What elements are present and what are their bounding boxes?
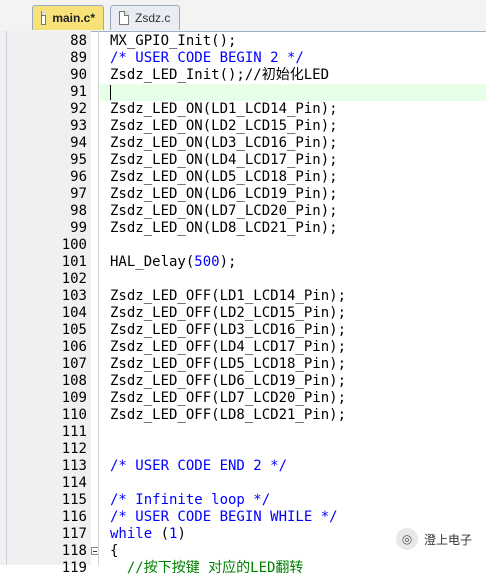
code-line: while (1) bbox=[110, 526, 186, 542]
line-number: 111 bbox=[61, 424, 87, 440]
code-line: Zsdz_LED_Init();//初始化LED bbox=[110, 67, 330, 83]
line-number: 88 bbox=[70, 33, 87, 49]
line-number: 113 bbox=[61, 458, 87, 474]
tab-label: Zsdz.c bbox=[135, 11, 171, 25]
code-line: Zsdz_LED_OFF(LD7_LCD20_Pin); bbox=[110, 390, 347, 406]
line-number: 116 bbox=[61, 509, 87, 525]
code-line: Zsdz_LED_OFF(LD4_LCD17_Pin); bbox=[110, 339, 347, 355]
wechat-icon: ◎ bbox=[396, 528, 418, 550]
code-line: Zsdz_LED_OFF(LD8_LCD21_Pin); bbox=[110, 407, 347, 423]
line-number: 112 bbox=[61, 441, 87, 457]
code-line: Zsdz_LED_ON(LD3_LCD16_Pin); bbox=[110, 135, 338, 151]
code-line: /* USER CODE BEGIN 2 */ bbox=[110, 50, 304, 66]
code-line: /* USER CODE BEGIN WHILE */ bbox=[110, 509, 338, 525]
code-line: MX_GPIO_Init(); bbox=[110, 33, 237, 49]
line-number: 93 bbox=[70, 118, 87, 134]
code-line: Zsdz_LED_ON(LD8_LCD21_Pin); bbox=[110, 220, 338, 236]
line-number: 104 bbox=[61, 305, 87, 321]
watermark: ◎ 澄上电子 bbox=[396, 527, 472, 551]
line-number: 103 bbox=[61, 288, 87, 304]
line-number: 117 bbox=[61, 526, 87, 542]
line-number: 98 bbox=[70, 203, 87, 219]
line-number: 92 bbox=[70, 101, 87, 117]
line-number: 108 bbox=[61, 373, 87, 389]
line-number: 91 bbox=[70, 84, 87, 100]
line-number: 101 bbox=[61, 254, 87, 270]
tab-main-c[interactable]: main.c* bbox=[32, 5, 104, 30]
code-line: Zsdz_LED_ON(LD5_LCD18_Pin); bbox=[110, 169, 338, 185]
code-line: /* USER CODE END 2 */ bbox=[110, 458, 288, 474]
code-line: HAL_Delay(500); bbox=[110, 254, 237, 270]
line-number-gutter: 88 89 90 91 92 93 94 95 96 97 98 99 100 101 102 103 104 1… bbox=[7, 31, 99, 576]
code-line: Zsdz_LED_ON(LD1_LCD14_Pin); bbox=[110, 101, 338, 117]
line-number: 94 bbox=[70, 135, 87, 151]
code-line: //按下按键 对应的LED翻转 bbox=[110, 560, 304, 576]
code-line: Zsdz_LED_ON(LD7_LCD20_Pin); bbox=[110, 203, 338, 219]
code-line: Zsdz_LED_ON(LD2_LCD15_Pin); bbox=[110, 118, 338, 134]
code-line: /* Infinite loop */ bbox=[110, 492, 271, 508]
line-number: 106 bbox=[61, 339, 87, 355]
line-number: 109 bbox=[61, 390, 87, 406]
code-margin-line bbox=[98, 31, 99, 565]
code-line: Zsdz_LED_ON(LD6_LCD19_Pin); bbox=[110, 186, 338, 202]
code-line: Zsdz_LED_OFF(LD3_LCD16_Pin); bbox=[110, 322, 347, 338]
file-icon bbox=[41, 11, 47, 25]
code-editor[interactable]: MX_GPIO_Init();/* USER CODE BEGIN 2 */Zs… bbox=[110, 31, 486, 576]
editor-left-strip bbox=[0, 31, 7, 565]
line-number: 95 bbox=[70, 152, 87, 168]
line-number: 114 bbox=[61, 475, 87, 491]
editor-tab-bar: main.c* Zsdz.c bbox=[0, 0, 486, 32]
tab-label: main.c* bbox=[52, 11, 95, 25]
line-number: 105 bbox=[61, 322, 87, 338]
line-number: 90 bbox=[70, 67, 87, 83]
file-icon bbox=[119, 11, 129, 25]
watermark-text: 澄上电子 bbox=[424, 532, 473, 547]
code-line: Zsdz_LED_OFF(LD5_LCD18_Pin); bbox=[110, 356, 347, 372]
line-number: 97 bbox=[70, 186, 87, 202]
line-number: 115 bbox=[61, 492, 87, 508]
line-number: 99 bbox=[70, 220, 87, 236]
code-line: Zsdz_LED_OFF(LD1_LCD14_Pin); bbox=[110, 288, 347, 304]
code-line: Zsdz_LED_ON(LD4_LCD17_Pin); bbox=[110, 152, 338, 168]
code-line: { bbox=[110, 543, 119, 559]
code-line: Zsdz_LED_OFF(LD2_LCD15_Pin); bbox=[110, 305, 347, 321]
line-number: 96 bbox=[70, 169, 87, 185]
line-number: 119 bbox=[61, 560, 87, 576]
line-number: 89 bbox=[70, 50, 87, 66]
line-number: 107 bbox=[61, 356, 87, 372]
line-number: 118 bbox=[61, 543, 87, 559]
line-number: 110 bbox=[61, 407, 87, 423]
tab-zsdz-c[interactable]: Zsdz.c bbox=[110, 5, 180, 30]
code-line: Zsdz_LED_OFF(LD6_LCD19_Pin); bbox=[110, 373, 347, 389]
line-number: 102 bbox=[61, 271, 87, 287]
line-number: 100 bbox=[61, 237, 87, 253]
